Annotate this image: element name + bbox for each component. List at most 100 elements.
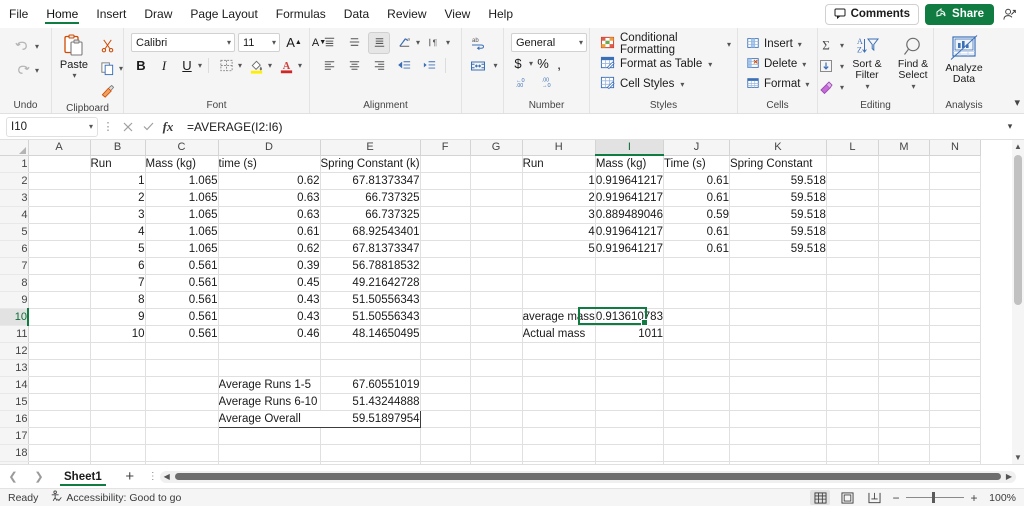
cell-J11[interactable] [663, 325, 730, 343]
cell-N15[interactable] [929, 393, 981, 411]
cell-M8[interactable] [878, 274, 930, 292]
cell-J4[interactable]: 0.59 [663, 206, 730, 224]
cell-A16[interactable] [28, 410, 91, 428]
cell-N18[interactable] [929, 444, 981, 462]
cell-I15[interactable] [595, 393, 664, 411]
column-header-n[interactable]: N [929, 140, 981, 156]
cell-C14[interactable] [145, 376, 219, 394]
cell-K2[interactable]: 59.518 [729, 172, 827, 190]
cell-L17[interactable] [826, 427, 879, 445]
cell-A19[interactable] [28, 461, 91, 464]
cell-C18[interactable] [145, 444, 219, 462]
cell-styles-button[interactable]: Cell Styles ▾ [598, 74, 686, 94]
cell-H9[interactable] [522, 291, 596, 309]
row-header-19[interactable]: 19 [0, 461, 29, 464]
scroll-up-button[interactable]: ▲ [1012, 140, 1024, 153]
cell-C6[interactable]: 1.065 [145, 240, 219, 258]
cell-L9[interactable] [826, 291, 879, 309]
cell-L15[interactable] [826, 393, 879, 411]
zoom-thumb[interactable] [932, 492, 935, 503]
column-header-j[interactable]: J [663, 140, 730, 156]
cell-H11[interactable]: Actual mass [522, 325, 596, 343]
cell-B6[interactable]: 5 [90, 240, 146, 258]
cell-N17[interactable] [929, 427, 981, 445]
cell-A1[interactable] [28, 155, 91, 173]
cell-H15[interactable] [522, 393, 596, 411]
cell-E17[interactable] [320, 427, 421, 445]
cell-D1[interactable]: time (s) [218, 155, 321, 173]
cell-E12[interactable] [320, 342, 421, 360]
cell-I18[interactable] [595, 444, 664, 462]
cell-G12[interactable] [470, 342, 523, 360]
more-vertical-icon[interactable]: ⋮ [98, 117, 118, 137]
cell-F11[interactable] [420, 325, 471, 343]
column-header-d[interactable]: D [218, 140, 321, 156]
cell-L10[interactable] [826, 308, 879, 326]
column-header-c[interactable]: C [145, 140, 219, 156]
cell-G18[interactable] [470, 444, 523, 462]
row-header-4[interactable]: 4 [0, 206, 29, 224]
cell-N6[interactable] [929, 240, 981, 258]
cell-N1[interactable] [929, 155, 981, 173]
cell-K9[interactable] [729, 291, 827, 309]
row-header-12[interactable]: 12 [0, 342, 29, 360]
cell-B2[interactable]: 1 [90, 172, 146, 190]
scroll-split-handle[interactable]: ⋮ [146, 471, 160, 481]
cell-G5[interactable] [470, 223, 523, 241]
cell-K18[interactable] [729, 444, 827, 462]
cell-D3[interactable]: 0.63 [218, 189, 321, 207]
cell-G1[interactable] [470, 155, 523, 173]
cell-D15[interactable]: Average Runs 6-10 [218, 393, 321, 411]
cell-H12[interactable] [522, 342, 596, 360]
cell-C7[interactable]: 0.561 [145, 257, 219, 275]
row-header-17[interactable]: 17 [0, 427, 29, 445]
cell-B5[interactable]: 4 [90, 223, 146, 241]
cell-A4[interactable] [28, 206, 91, 224]
cell-D16[interactable]: Average Overall [217, 409, 320, 428]
cell-L16[interactable] [826, 410, 879, 428]
cell-E9[interactable]: 51.50556343 [320, 291, 421, 309]
accessibility-status-button[interactable]: Accessibility: Good to go [50, 490, 181, 505]
cell-E13[interactable] [320, 359, 421, 377]
cell-N9[interactable] [929, 291, 981, 309]
tab-page-layout[interactable]: Page Layout [181, 0, 266, 28]
cell-E18[interactable] [320, 444, 421, 462]
cell-E14[interactable]: 67.60551019 [320, 376, 421, 394]
decrease-indent-button[interactable] [393, 55, 415, 77]
cell-J19[interactable] [663, 461, 730, 464]
row-header-18[interactable]: 18 [0, 444, 29, 462]
cell-L12[interactable] [826, 342, 879, 360]
column-header-f[interactable]: F [420, 140, 471, 156]
cell-M3[interactable] [878, 189, 930, 207]
insert-cells-button[interactable]: Insert ▾ [746, 34, 802, 54]
cell-E19[interactable] [320, 461, 421, 464]
cell-M7[interactable] [878, 257, 930, 275]
cell-I3[interactable]: 0.919641217 [595, 189, 664, 207]
tab-data[interactable]: Data [335, 0, 378, 28]
text-direction-button[interactable]: ¶ [423, 32, 445, 54]
row-header-6[interactable]: 6 [0, 240, 29, 258]
tab-view[interactable]: View [436, 0, 480, 28]
format-painter-button[interactable] [96, 80, 118, 102]
previous-sheet-button[interactable]: ❮ [0, 465, 26, 488]
cell-G2[interactable] [470, 172, 523, 190]
page-break-view-button[interactable] [864, 490, 884, 505]
row-header-10[interactable]: 10 [0, 308, 29, 326]
cell-G19[interactable] [470, 461, 523, 464]
person-add-icon[interactable] [1000, 5, 1018, 23]
cell-E4[interactable]: 66.737325 [320, 206, 421, 224]
cell-H18[interactable] [522, 444, 596, 462]
cell-M14[interactable] [878, 376, 930, 394]
cell-C13[interactable] [145, 359, 219, 377]
cell-L3[interactable] [826, 189, 879, 207]
tab-review[interactable]: Review [378, 0, 435, 28]
cell-M5[interactable] [878, 223, 930, 241]
cell-G9[interactable] [470, 291, 523, 309]
cell-A13[interactable] [28, 359, 91, 377]
zoom-out-button[interactable]: − [891, 491, 901, 505]
cell-A10[interactable] [28, 308, 91, 326]
cell-B19[interactable] [90, 461, 146, 464]
conditional-formatting-button[interactable]: Conditional Formatting ▾ [598, 32, 733, 56]
column-header-e[interactable]: E [320, 140, 421, 156]
cell-H14[interactable] [522, 376, 596, 394]
